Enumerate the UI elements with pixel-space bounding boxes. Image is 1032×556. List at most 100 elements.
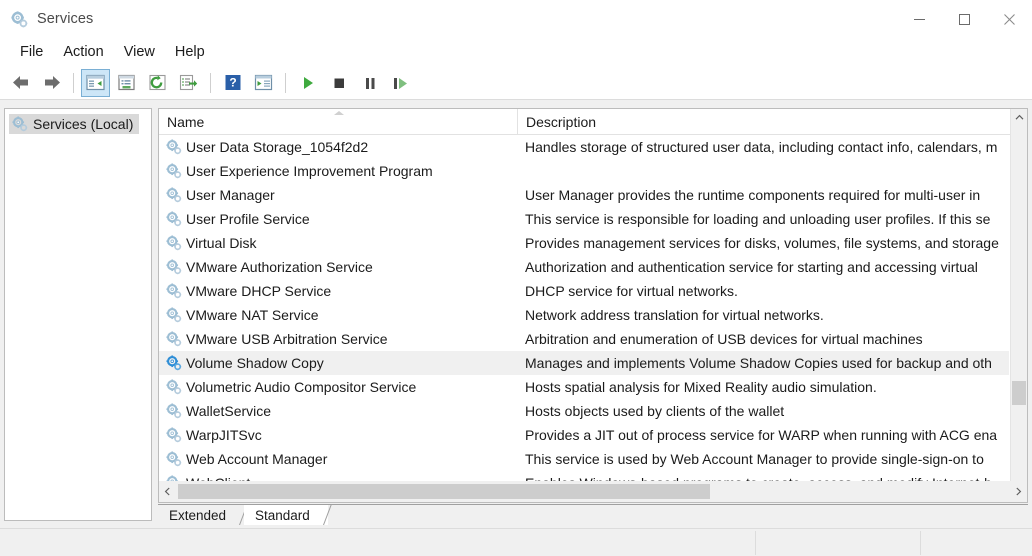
- back-arrow-icon[interactable]: [6, 69, 35, 97]
- service-gear-icon: [166, 427, 182, 443]
- menu-item-view[interactable]: View: [114, 42, 165, 62]
- service-gear-icon: [166, 307, 182, 323]
- service-description: Handles storage of structured user data,…: [525, 139, 1009, 155]
- service-name: Virtual Disk: [186, 235, 257, 251]
- table-row[interactable]: User ManagerUser Manager provides the ru…: [159, 183, 1009, 207]
- service-description: Arbitration and enumeration of USB devic…: [525, 331, 1009, 347]
- service-gear-icon: [166, 139, 182, 155]
- toolbar-separator: [285, 73, 286, 93]
- help-icon[interactable]: ?: [218, 69, 247, 97]
- table-row[interactable]: Web Account Manager This service is used …: [159, 447, 1009, 471]
- table-row[interactable]: User Data Storage_1054f2d2Handles storag…: [159, 135, 1009, 159]
- tab-standard-label: Standard: [255, 508, 310, 523]
- service-gear-icon: [166, 163, 182, 179]
- menu-item-help[interactable]: Help: [165, 42, 215, 62]
- service-name: User Experience Improvement Program: [186, 163, 433, 179]
- table-row[interactable]: Volumetric Audio Compositor Service Hosts…: [159, 375, 1009, 399]
- column-header-description[interactable]: Description: [518, 109, 1027, 134]
- properties-icon[interactable]: [112, 69, 141, 97]
- window-controls: [897, 0, 1032, 38]
- chevron-up-icon[interactable]: [1011, 109, 1027, 126]
- toolbar: ?: [0, 66, 1032, 100]
- service-description: DHCP service for virtual networks.: [525, 283, 1009, 299]
- show-action-pane-icon[interactable]: [249, 69, 278, 97]
- list-column-headers: Name Description: [159, 109, 1027, 135]
- table-row[interactable]: VMware Authorization Service Authorizatio…: [159, 255, 1009, 279]
- menu-bar: File Action View Help: [0, 38, 1032, 66]
- status-bar-divider: [755, 531, 756, 555]
- service-gear-icon: [166, 187, 182, 203]
- maximize-icon[interactable]: [942, 0, 987, 38]
- vertical-scrollbar-thumb[interactable]: [1012, 381, 1026, 405]
- status-bar-divider: [920, 531, 921, 555]
- service-name: VMware USB Arbitration Service: [186, 331, 388, 347]
- table-row[interactable]: VMware DHCP ServiceDHCP service for virt…: [159, 279, 1009, 303]
- table-row[interactable]: WarpJITSvcProvides a JIT out of process …: [159, 423, 1009, 447]
- toolbar-separator: [73, 73, 74, 93]
- horizontal-scrollbar[interactable]: [158, 481, 1028, 503]
- service-description: This service is responsible for loading …: [525, 211, 1009, 227]
- service-name: WarpJITSvc: [186, 427, 262, 443]
- pause-service-icon[interactable]: [355, 69, 384, 97]
- services-gear-icon: [12, 116, 28, 132]
- horizontal-scrollbar-thumb[interactable]: [178, 484, 710, 499]
- table-row[interactable]: Virtual Disk Provides management services…: [159, 231, 1009, 255]
- tree-item-label: Services (Local): [33, 116, 133, 132]
- console-tree-pane: Services (Local): [4, 108, 152, 521]
- tab-standard[interactable]: Standard: [244, 504, 328, 525]
- close-icon[interactable]: [987, 0, 1032, 38]
- service-gear-icon: [166, 211, 182, 227]
- service-description: This service is used by Web Account Mana…: [525, 451, 1009, 467]
- title-bar: Services: [0, 0, 1032, 39]
- chevron-right-icon[interactable]: [1010, 481, 1027, 501]
- chevron-left-icon[interactable]: [159, 481, 176, 501]
- toolbar-separator: [210, 73, 211, 93]
- window-title: Services: [37, 11, 93, 27]
- refresh-icon[interactable]: [143, 69, 172, 97]
- service-name: Volumetric Audio Compositor Service: [186, 379, 416, 395]
- tab-strip-filler: [328, 504, 1028, 525]
- export-list-icon[interactable]: [174, 69, 203, 97]
- tab-extended[interactable]: Extended: [158, 504, 244, 525]
- services-rows[interactable]: User Data Storage_1054f2d2Handles storag…: [159, 135, 1009, 484]
- view-tabs: Extended Standard: [158, 504, 1028, 526]
- sort-ascending-icon: [334, 111, 344, 115]
- column-header-name[interactable]: Name: [159, 109, 518, 134]
- service-description: Hosts spatial analysis for Mixed Reality…: [525, 379, 1009, 395]
- start-service-icon[interactable]: [293, 69, 322, 97]
- service-name: User Manager: [186, 187, 275, 203]
- table-row[interactable]: WalletServiceHosts objects used by clien…: [159, 399, 1009, 423]
- table-row[interactable]: User Experience Improvement Program: [159, 159, 1009, 183]
- table-row[interactable]: VMware USB Arbitration Service Arbitratio…: [159, 327, 1009, 351]
- minimize-icon[interactable]: [897, 0, 942, 38]
- service-description: Authorization and authentication service…: [525, 259, 1009, 275]
- menu-item-action[interactable]: Action: [53, 42, 113, 62]
- tab-extended-label: Extended: [169, 508, 226, 523]
- tree-item-services-local[interactable]: Services (Local): [9, 114, 139, 134]
- table-row[interactable]: VMware NAT ServiceNetwork address transl…: [159, 303, 1009, 327]
- service-gear-icon: [166, 451, 182, 467]
- service-name: VMware Authorization Service: [186, 259, 373, 275]
- table-row[interactable]: User Profile ServiceThis service is resp…: [159, 207, 1009, 231]
- service-running-gear-icon: [166, 355, 182, 371]
- column-header-description-label: Description: [518, 114, 596, 130]
- menu-item-file[interactable]: File: [10, 42, 53, 62]
- service-name: Volume Shadow Copy: [186, 355, 324, 371]
- service-gear-icon: [166, 331, 182, 347]
- services-console-window: Services File Action View Help: [0, 0, 1032, 556]
- service-gear-icon: [166, 283, 182, 299]
- restart-service-icon[interactable]: [386, 69, 415, 97]
- service-description: Manages and implements Volume Shadow Cop…: [525, 355, 1009, 371]
- table-row[interactable]: Volume Shadow Copy Manages and implements…: [159, 351, 1009, 375]
- svg-text:?: ?: [229, 76, 236, 90]
- service-name: Web Account Manager: [186, 451, 327, 467]
- service-gear-icon: [166, 379, 182, 395]
- stop-service-icon[interactable]: [324, 69, 353, 97]
- services-list-pane: Name Description User Data Storage_1054f…: [158, 108, 1028, 503]
- service-gear-icon: [166, 259, 182, 275]
- service-description: Provides management services for disks, …: [525, 235, 1009, 251]
- vertical-scrollbar[interactable]: [1010, 109, 1027, 502]
- service-gear-icon: [166, 235, 182, 251]
- forward-arrow-icon[interactable]: [37, 69, 66, 97]
- show-hide-console-tree-icon[interactable]: [81, 69, 110, 97]
